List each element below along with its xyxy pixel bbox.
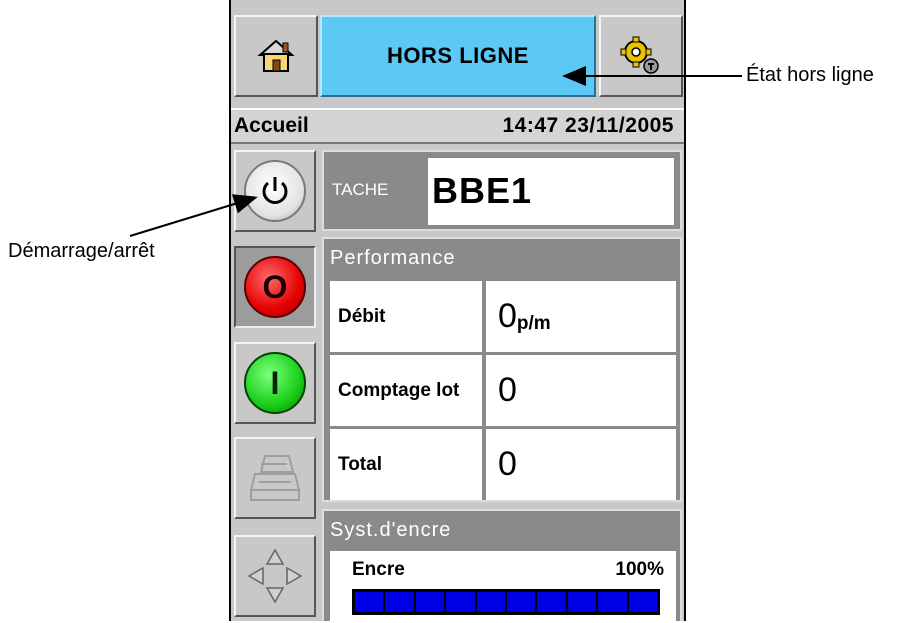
power-arrow: [129, 194, 258, 237]
annotation-offline-state: État hors ligne: [746, 64, 874, 86]
annotation-start-stop: Démarrage/arrêt: [8, 240, 155, 262]
annotation-arrows: [129, 66, 742, 237]
